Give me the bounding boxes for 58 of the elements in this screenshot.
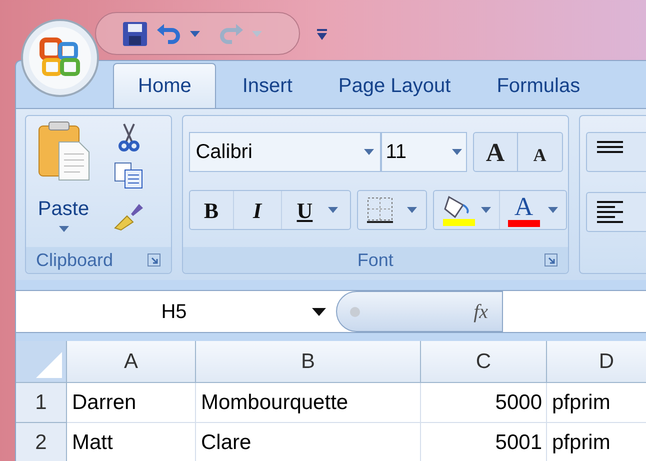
caret-icon [328,207,338,213]
clipboard-icon [36,120,90,182]
customize-toolbar-icon[interactable] [317,29,327,41]
save-icon[interactable] [122,20,148,46]
copy-icon[interactable] [114,162,144,190]
row-header[interactable]: 2 [16,423,67,461]
ribbon-tab[interactable]: Insert [222,63,312,108]
dialog-launcher-icon[interactable] [146,253,161,267]
grow-font-button[interactable]: A [474,133,518,171]
color-bar-icon [508,220,540,226]
dropdown-arrow-icon[interactable] [312,308,326,316]
caret-icon [548,207,558,213]
caret-icon [452,149,462,155]
caret-icon [481,207,492,213]
table-cell: 5001 [421,423,547,461]
table-cell: Matt [67,423,196,461]
font-name-field[interactable]: Calibri [188,132,381,172]
column-header[interactable]: D [547,341,646,383]
italic-button[interactable]: I [234,191,282,229]
table-cell: pfprim [547,383,646,423]
bold-button[interactable]: B [190,191,234,229]
ribbon-tab[interactable]: Home [113,63,216,108]
underline-button[interactable]: U [282,191,328,229]
borders-icon [366,197,393,223]
group-label: Font [356,248,394,272]
grip-icon [349,306,361,318]
borders-button[interactable] [356,190,427,230]
ribbon-tab[interactable]: Formulas [476,63,600,108]
table-cell: 5000 [421,383,547,423]
column-header[interactable]: A [67,341,196,383]
undo-icon[interactable] [156,22,182,46]
align-left-icon [597,201,623,223]
column-header[interactable]: C [421,341,547,383]
name-box[interactable]: H5 [16,291,336,332]
caret-icon [58,226,68,232]
paste-button[interactable]: Paste [26,116,101,247]
paint-bucket-icon [441,193,476,227]
shrink-font-button[interactable]: A [518,133,562,171]
scissors-icon[interactable] [118,122,140,152]
group-label: Clipboard [36,248,114,272]
corner-triangle-icon [36,352,62,378]
caret-icon [252,30,262,36]
align-left-button[interactable] [586,192,646,232]
ribbon-tab[interactable]: Page Layout [318,63,471,108]
table-cell: Darren [67,383,196,423]
table-cell: Mombourquette [196,383,421,423]
align-top-icon [597,141,623,155]
caret-icon [364,149,374,155]
caret-icon [190,30,200,36]
insert-function-button[interactable]: fx [474,296,488,326]
table-cell: pfprim [547,423,646,461]
row-header[interactable]: 1 [16,383,67,423]
font-size-field[interactable]: 11 [380,132,467,172]
column-header[interactable]: B [196,341,421,383]
caret-icon [406,207,417,213]
top-align-button[interactable] [586,132,646,172]
dialog-launcher-icon[interactable] [544,253,558,267]
table-cell: Clare [196,423,421,461]
